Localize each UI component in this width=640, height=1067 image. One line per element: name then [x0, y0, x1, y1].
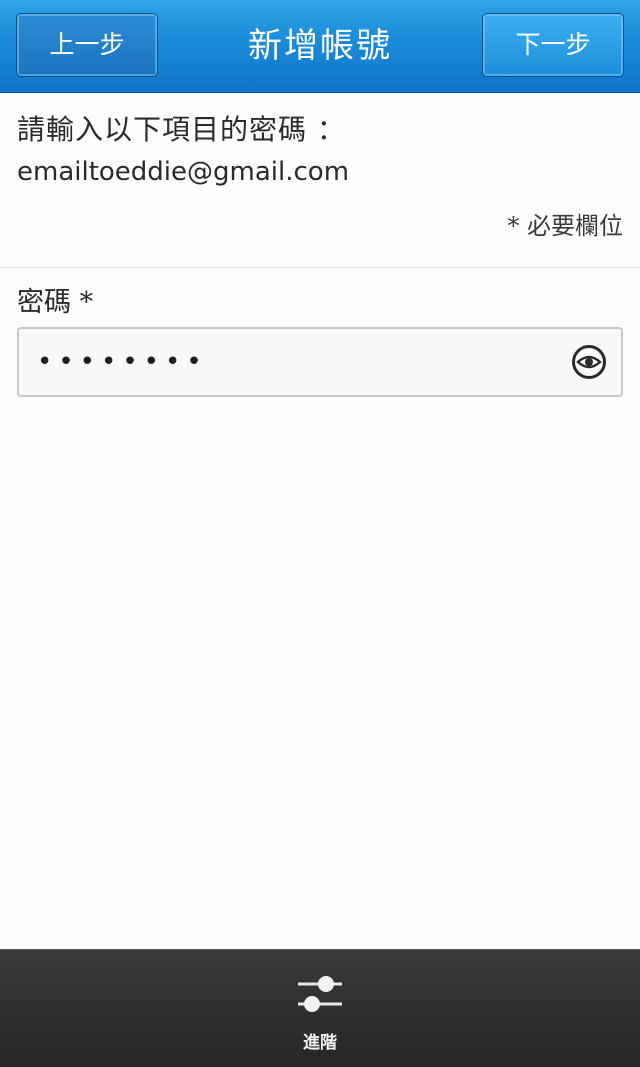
- password-input[interactable]: ••••••••: [17, 327, 623, 397]
- sliders-icon: [297, 974, 343, 1014]
- prompt-text: 請輸入以下項目的密碼 ：: [17, 113, 346, 146]
- account-email: emailtoeddie@gmail.com: [17, 157, 350, 187]
- password-prompt: 請輸入以下項目的密碼 ： emailtoeddie@gmail.com: [17, 110, 623, 194]
- divider: [0, 267, 640, 268]
- password-masked-value: ••••••••: [37, 347, 208, 377]
- action-bar: 進階: [0, 949, 640, 1067]
- required-fields-note: * 必要欄位: [507, 212, 623, 240]
- back-button[interactable]: 上一步: [16, 13, 158, 77]
- eye-icon[interactable]: [571, 344, 607, 380]
- title-bar: 上一步 新增帳號 下一步: [0, 0, 640, 93]
- password-label: 密碼 *: [17, 287, 94, 318]
- advanced-label: 進階: [303, 1033, 337, 1053]
- next-button[interactable]: 下一步: [482, 13, 624, 77]
- advanced-button[interactable]: 進階: [270, 950, 370, 1067]
- add-account-screen: 上一步 新增帳號 下一步 請輸入以下項目的密碼 ： emailtoeddie@g…: [0, 0, 640, 1067]
- page-title: 新增帳號: [248, 26, 392, 66]
